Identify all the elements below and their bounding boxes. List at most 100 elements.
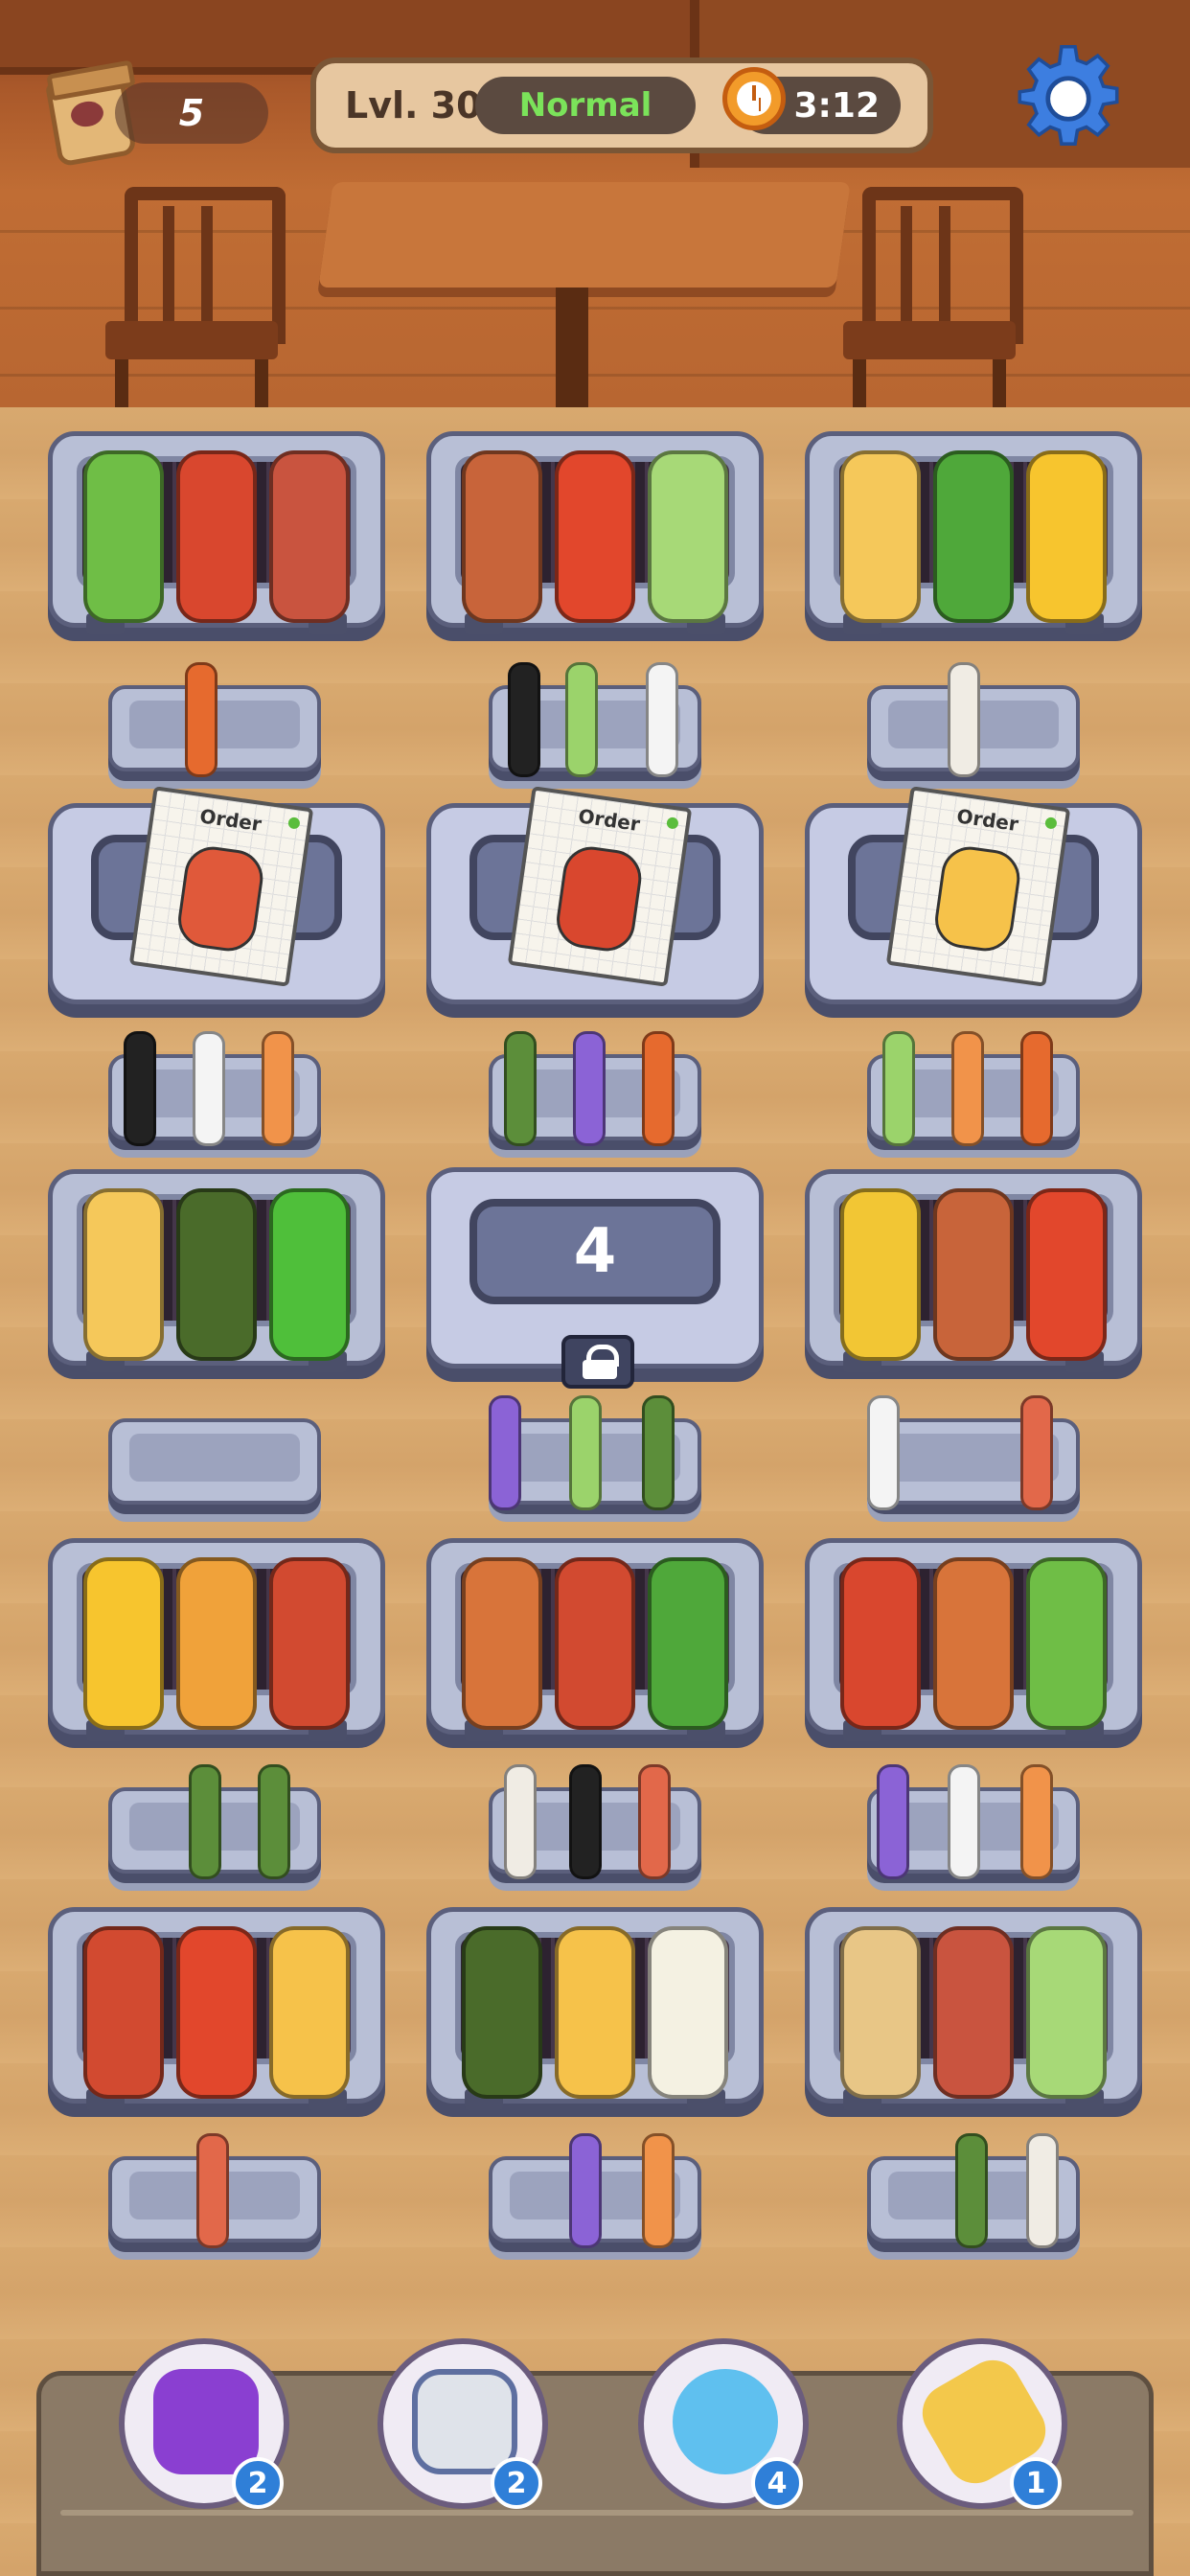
toast-skewer[interactable]	[83, 1188, 164, 1361]
drumstick[interactable]	[933, 1557, 1014, 1730]
asparagus-skewer[interactable]	[955, 2133, 988, 2248]
sushi-skewer[interactable]	[508, 662, 540, 777]
grill[interactable]	[426, 1538, 764, 1749]
side-tray[interactable]	[489, 1031, 701, 1160]
cucumber-skewer[interactable]	[882, 1031, 915, 1146]
chair-right	[843, 187, 1023, 407]
rainbow-skewer[interactable]	[489, 1395, 521, 1510]
side-tray[interactable]	[867, 1395, 1080, 1524]
cabbage-skewer[interactable]	[83, 450, 164, 623]
cucumber-skewer[interactable]	[569, 1395, 602, 1510]
crab[interactable]	[83, 1926, 164, 2099]
side-tray[interactable]	[108, 1418, 321, 1524]
alarm-clock-icon	[722, 67, 786, 130]
squid-skewer[interactable]	[1020, 1764, 1053, 1879]
asparagus-skewer[interactable]	[189, 1764, 221, 1879]
bacon-skewer[interactable]	[462, 450, 542, 623]
squid-skewer[interactable]	[951, 1031, 984, 1146]
grill[interactable]	[48, 1907, 385, 2118]
side-tray[interactable]	[108, 662, 321, 791]
settings-button[interactable]	[1012, 42, 1125, 155]
sausage-skewer[interactable]	[555, 450, 635, 623]
shrimp-skewer[interactable]	[638, 1764, 671, 1879]
tofu-skewer[interactable]	[840, 1926, 921, 2099]
spatula-powerup[interactable]: 1	[897, 2338, 1067, 2509]
side-tray[interactable]	[489, 2133, 701, 2262]
cucumber-skewer[interactable]	[565, 662, 598, 777]
sausage-skewer[interactable]	[176, 1926, 257, 2099]
rainbow-skewer[interactable]	[877, 1764, 909, 1879]
oven-mitt-powerup[interactable]: 2	[119, 2338, 289, 2509]
marshmallow-skewer[interactable]	[948, 1764, 980, 1879]
rice-ball-skewer[interactable]	[504, 1764, 537, 1879]
pineapple-skewer[interactable]	[83, 1557, 164, 1730]
bok-choy[interactable]	[648, 450, 728, 623]
lobster[interactable]	[176, 450, 257, 623]
bacon-skewer[interactable]	[933, 1188, 1014, 1361]
grill[interactable]	[805, 1169, 1142, 1380]
asparagus-skewer[interactable]	[504, 1031, 537, 1146]
cabbage-skewer[interactable]	[1026, 1557, 1107, 1730]
locked-grill[interactable]: 4	[426, 1167, 764, 1389]
crab[interactable]	[269, 1557, 350, 1730]
mussel-skewer[interactable]	[176, 1188, 257, 1361]
steak[interactable]	[269, 450, 350, 623]
grill[interactable]	[426, 1907, 764, 2118]
squid-skewer[interactable]	[642, 2133, 675, 2248]
shrimp-skewer[interactable]	[1020, 1395, 1053, 1510]
marshmallow-skewer[interactable]	[193, 1031, 225, 1146]
squid-skewer[interactable]	[262, 1031, 294, 1146]
sushi-skewer[interactable]	[569, 1764, 602, 1879]
rainbow-skewer[interactable]	[573, 1031, 606, 1146]
tamagoyaki-skewer[interactable]	[555, 1926, 635, 2099]
grill[interactable]	[805, 431, 1142, 642]
potato-skewer[interactable]	[176, 1557, 257, 1730]
sausage-skewer[interactable]	[1020, 1031, 1053, 1146]
freeze-clock-powerup[interactable]: 4	[638, 2338, 809, 2509]
side-tray[interactable]	[489, 1395, 701, 1524]
steak[interactable]	[933, 1926, 1014, 2099]
bok-choy[interactable]	[1026, 1926, 1107, 2099]
grill[interactable]	[48, 1169, 385, 1380]
side-tray[interactable]	[867, 1764, 1080, 1893]
broccoli-skewer[interactable]	[648, 1557, 728, 1730]
shrimp-skewer[interactable]	[196, 2133, 229, 2248]
sushi-skewer[interactable]	[124, 1031, 156, 1146]
rice-ball-skewer[interactable]	[948, 662, 980, 777]
sausage-skewer[interactable]	[185, 662, 217, 777]
rice-ball-skewer[interactable]	[1026, 2133, 1059, 2248]
marshmallow-skewer[interactable]	[646, 662, 678, 777]
grill[interactable]	[426, 431, 764, 642]
mussel-skewer[interactable]	[462, 1926, 542, 2099]
lobster[interactable]	[840, 1557, 921, 1730]
marshmallow-skewer[interactable]	[867, 1395, 900, 1510]
crab[interactable]	[555, 1557, 635, 1730]
side-tray[interactable]	[489, 1764, 701, 1893]
tamagoyaki-skewer[interactable]	[269, 1926, 350, 2099]
whisk-powerup[interactable]: 2	[378, 2338, 548, 2509]
grill[interactable]	[805, 1538, 1142, 1749]
rainbow-skewer[interactable]	[569, 2133, 602, 2248]
green-pepper-skewer[interactable]	[269, 1188, 350, 1361]
side-tray[interactable]	[867, 662, 1080, 791]
grill[interactable]	[48, 1538, 385, 1749]
cauliflower-skewer[interactable]	[648, 1926, 728, 2099]
side-tray[interactable]	[867, 1031, 1080, 1160]
sausage-skewer[interactable]	[1026, 1188, 1107, 1361]
side-tray[interactable]	[108, 1764, 321, 1893]
broccoli-skewer[interactable]	[933, 450, 1014, 623]
grill[interactable]	[805, 1907, 1142, 2118]
side-tray[interactable]	[867, 2133, 1080, 2262]
toast-skewer[interactable]	[840, 450, 921, 623]
pineapple-skewer[interactable]	[1026, 450, 1107, 623]
sausage-skewer[interactable]	[642, 1031, 675, 1146]
grill[interactable]	[48, 431, 385, 642]
side-tray[interactable]	[489, 662, 701, 791]
drumstick[interactable]	[462, 1557, 542, 1730]
asparagus-skewer[interactable]	[642, 1395, 675, 1510]
asparagus-skewer[interactable]	[258, 1764, 290, 1879]
side-tray[interactable]	[108, 2133, 321, 2262]
corn-skewer[interactable]	[840, 1188, 921, 1361]
gear-icon	[1018, 44, 1119, 146]
side-tray[interactable]	[108, 1031, 321, 1160]
